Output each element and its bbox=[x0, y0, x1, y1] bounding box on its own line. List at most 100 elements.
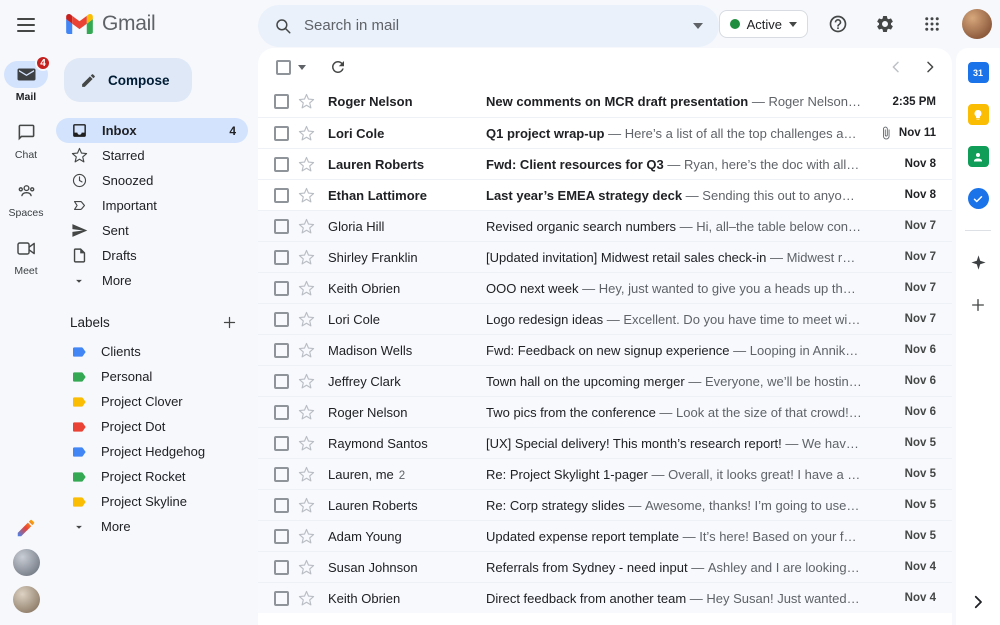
email-checkbox[interactable] bbox=[274, 187, 289, 203]
sidebar-item-drafts[interactable]: Drafts bbox=[56, 243, 248, 268]
star-icon[interactable] bbox=[298, 156, 315, 173]
star-icon[interactable] bbox=[298, 466, 315, 483]
email-checkbox[interactable] bbox=[274, 466, 289, 482]
settings-button[interactable] bbox=[868, 7, 902, 41]
add-label-button[interactable] bbox=[218, 311, 240, 333]
email-checkbox[interactable] bbox=[274, 249, 289, 265]
contacts-icon[interactable] bbox=[967, 146, 989, 167]
addon-star-icon[interactable] bbox=[968, 252, 989, 273]
sidebar-label-item[interactable]: Personal bbox=[56, 364, 248, 389]
email-row[interactable]: Susan Johnson Referrals from Sydney - ne… bbox=[258, 551, 952, 582]
rail-item-chat[interactable]: Chat bbox=[4, 119, 48, 161]
older-page-button[interactable] bbox=[922, 59, 938, 75]
expand-side-panel-button[interactable] bbox=[969, 593, 987, 611]
email-row[interactable]: Lauren Roberts Re: Corp strategy slides … bbox=[258, 489, 952, 520]
email-checkbox[interactable] bbox=[274, 497, 289, 513]
email-checkbox[interactable] bbox=[274, 528, 289, 544]
star-icon[interactable] bbox=[298, 373, 315, 390]
newer-page-button[interactable] bbox=[888, 59, 904, 75]
sidebar-label-item[interactable]: Project Dot bbox=[56, 414, 248, 439]
email-checkbox[interactable] bbox=[274, 342, 289, 358]
email-checkbox[interactable] bbox=[274, 590, 289, 606]
email-checkbox[interactable] bbox=[274, 156, 289, 172]
profile-avatar[interactable] bbox=[962, 9, 992, 39]
email-row[interactable]: Keith Obrien OOO next week — Hey, just w… bbox=[258, 272, 952, 303]
rail-item-meet[interactable]: Meet bbox=[4, 235, 48, 277]
email-checkbox[interactable] bbox=[274, 559, 289, 575]
compose-button[interactable]: Compose bbox=[64, 58, 192, 102]
refresh-button[interactable] bbox=[329, 58, 347, 76]
sidebar-item-sent[interactable]: Sent bbox=[56, 218, 248, 243]
email-checkbox[interactable] bbox=[274, 218, 289, 234]
sidebar-item-starred[interactable]: Starred bbox=[56, 143, 248, 168]
gmail-logo[interactable]: Gmail bbox=[52, 0, 258, 48]
star-icon[interactable] bbox=[298, 404, 315, 421]
email-row[interactable]: Lauren, me 2 Re: Project Skylight 1-page… bbox=[258, 458, 952, 489]
star-icon[interactable] bbox=[298, 187, 315, 204]
email-meta: Nov 5 bbox=[874, 468, 936, 480]
sidebar-item-snoozed[interactable]: Snoozed bbox=[56, 168, 248, 193]
search-bar[interactable] bbox=[258, 4, 719, 47]
email-row[interactable]: Ethan Lattimore Last year’s EMEA strateg… bbox=[258, 179, 952, 210]
star-icon[interactable] bbox=[298, 218, 315, 235]
email-checkbox[interactable] bbox=[274, 373, 289, 389]
email-row[interactable]: Lauren Roberts Fwd: Client resources for… bbox=[258, 148, 952, 179]
email-row[interactable]: Roger Nelson New comments on MCR draft p… bbox=[258, 86, 952, 117]
main-menu-button[interactable] bbox=[6, 5, 46, 45]
email-checkbox[interactable] bbox=[274, 404, 289, 420]
email-row[interactable]: Roger Nelson Two pics from the conferenc… bbox=[258, 396, 952, 427]
sidebar-label-item[interactable]: Project Rocket bbox=[56, 464, 248, 489]
email-row[interactable]: Madison Wells Fwd: Feedback on new signu… bbox=[258, 334, 952, 365]
email-checkbox[interactable] bbox=[274, 435, 289, 451]
availability-chip[interactable]: Active bbox=[718, 10, 808, 38]
sidebar-label-item[interactable]: Clients bbox=[56, 339, 248, 364]
email-checkbox[interactable] bbox=[274, 125, 289, 141]
email-checkbox[interactable] bbox=[274, 280, 289, 296]
email-row[interactable]: Lori Cole Q1 project wrap-up — Here’s a … bbox=[258, 117, 952, 148]
select-options-icon[interactable] bbox=[298, 64, 306, 70]
star-icon[interactable] bbox=[298, 125, 315, 142]
star-icon[interactable] bbox=[298, 249, 315, 266]
secondary-account-avatar[interactable] bbox=[12, 549, 40, 576]
tasks-icon[interactable] bbox=[967, 188, 989, 209]
search-input[interactable] bbox=[304, 17, 681, 34]
email-checkbox[interactable] bbox=[274, 311, 289, 327]
sidebar-item-important[interactable]: Important bbox=[56, 193, 248, 218]
sidebar-label-item[interactable]: Project Hedgehog bbox=[56, 439, 248, 464]
sidebar-label-item[interactable]: Project Skyline bbox=[56, 489, 248, 514]
rail-item-spaces[interactable]: Spaces bbox=[4, 177, 48, 219]
email-row[interactable]: Lori Cole Logo redesign ideas — Excellen… bbox=[258, 303, 952, 334]
star-icon[interactable] bbox=[298, 497, 315, 514]
email-checkbox[interactable] bbox=[274, 94, 289, 109]
rail-item-mail[interactable]: 4 Mail bbox=[4, 55, 51, 103]
keep-icon[interactable] bbox=[967, 104, 989, 125]
star-icon[interactable] bbox=[298, 435, 315, 452]
colorful-pencil-icon[interactable] bbox=[15, 517, 37, 539]
email-row[interactable]: Keith Obrien Direct feedback from anothe… bbox=[258, 582, 952, 613]
email-row[interactable]: Jeffrey Clark Town hall on the upcoming … bbox=[258, 365, 952, 396]
star-icon[interactable] bbox=[298, 93, 315, 110]
google-apps-button[interactable] bbox=[915, 7, 949, 41]
label-name: Project Clover bbox=[101, 394, 183, 409]
star-icon[interactable] bbox=[298, 280, 315, 297]
email-row[interactable]: Gloria Hill Revised organic search numbe… bbox=[258, 210, 952, 241]
sidebar-item-more[interactable]: More bbox=[56, 268, 248, 293]
support-button[interactable] bbox=[821, 7, 855, 41]
email-row[interactable]: Adam Young Updated expense report templa… bbox=[258, 520, 952, 551]
star-icon[interactable] bbox=[298, 311, 315, 328]
star-icon[interactable] bbox=[298, 528, 315, 545]
email-row[interactable]: Raymond Santos [UX] Special delivery! Th… bbox=[258, 427, 952, 458]
star-icon[interactable] bbox=[298, 590, 315, 607]
search-options-icon[interactable] bbox=[692, 22, 703, 29]
select-all-checkbox[interactable] bbox=[276, 59, 291, 75]
star-icon[interactable] bbox=[298, 559, 315, 576]
star-icon[interactable] bbox=[298, 342, 315, 359]
email-row[interactable]: Shirley Franklin [Updated invitation] Mi… bbox=[258, 241, 952, 272]
get-addons-button[interactable] bbox=[968, 294, 989, 315]
sidebar-item-inbox[interactable]: Inbox 4 bbox=[56, 118, 248, 143]
sidebar-label-item[interactable]: Project Clover bbox=[56, 389, 248, 414]
calendar-icon[interactable]: 31 bbox=[967, 62, 989, 83]
gmail-app: 4 Mail Chat Spaces Meet Gmail Compose In… bbox=[0, 0, 1000, 625]
tertiary-account-avatar[interactable] bbox=[12, 586, 40, 613]
labels-more[interactable]: More bbox=[56, 514, 248, 539]
